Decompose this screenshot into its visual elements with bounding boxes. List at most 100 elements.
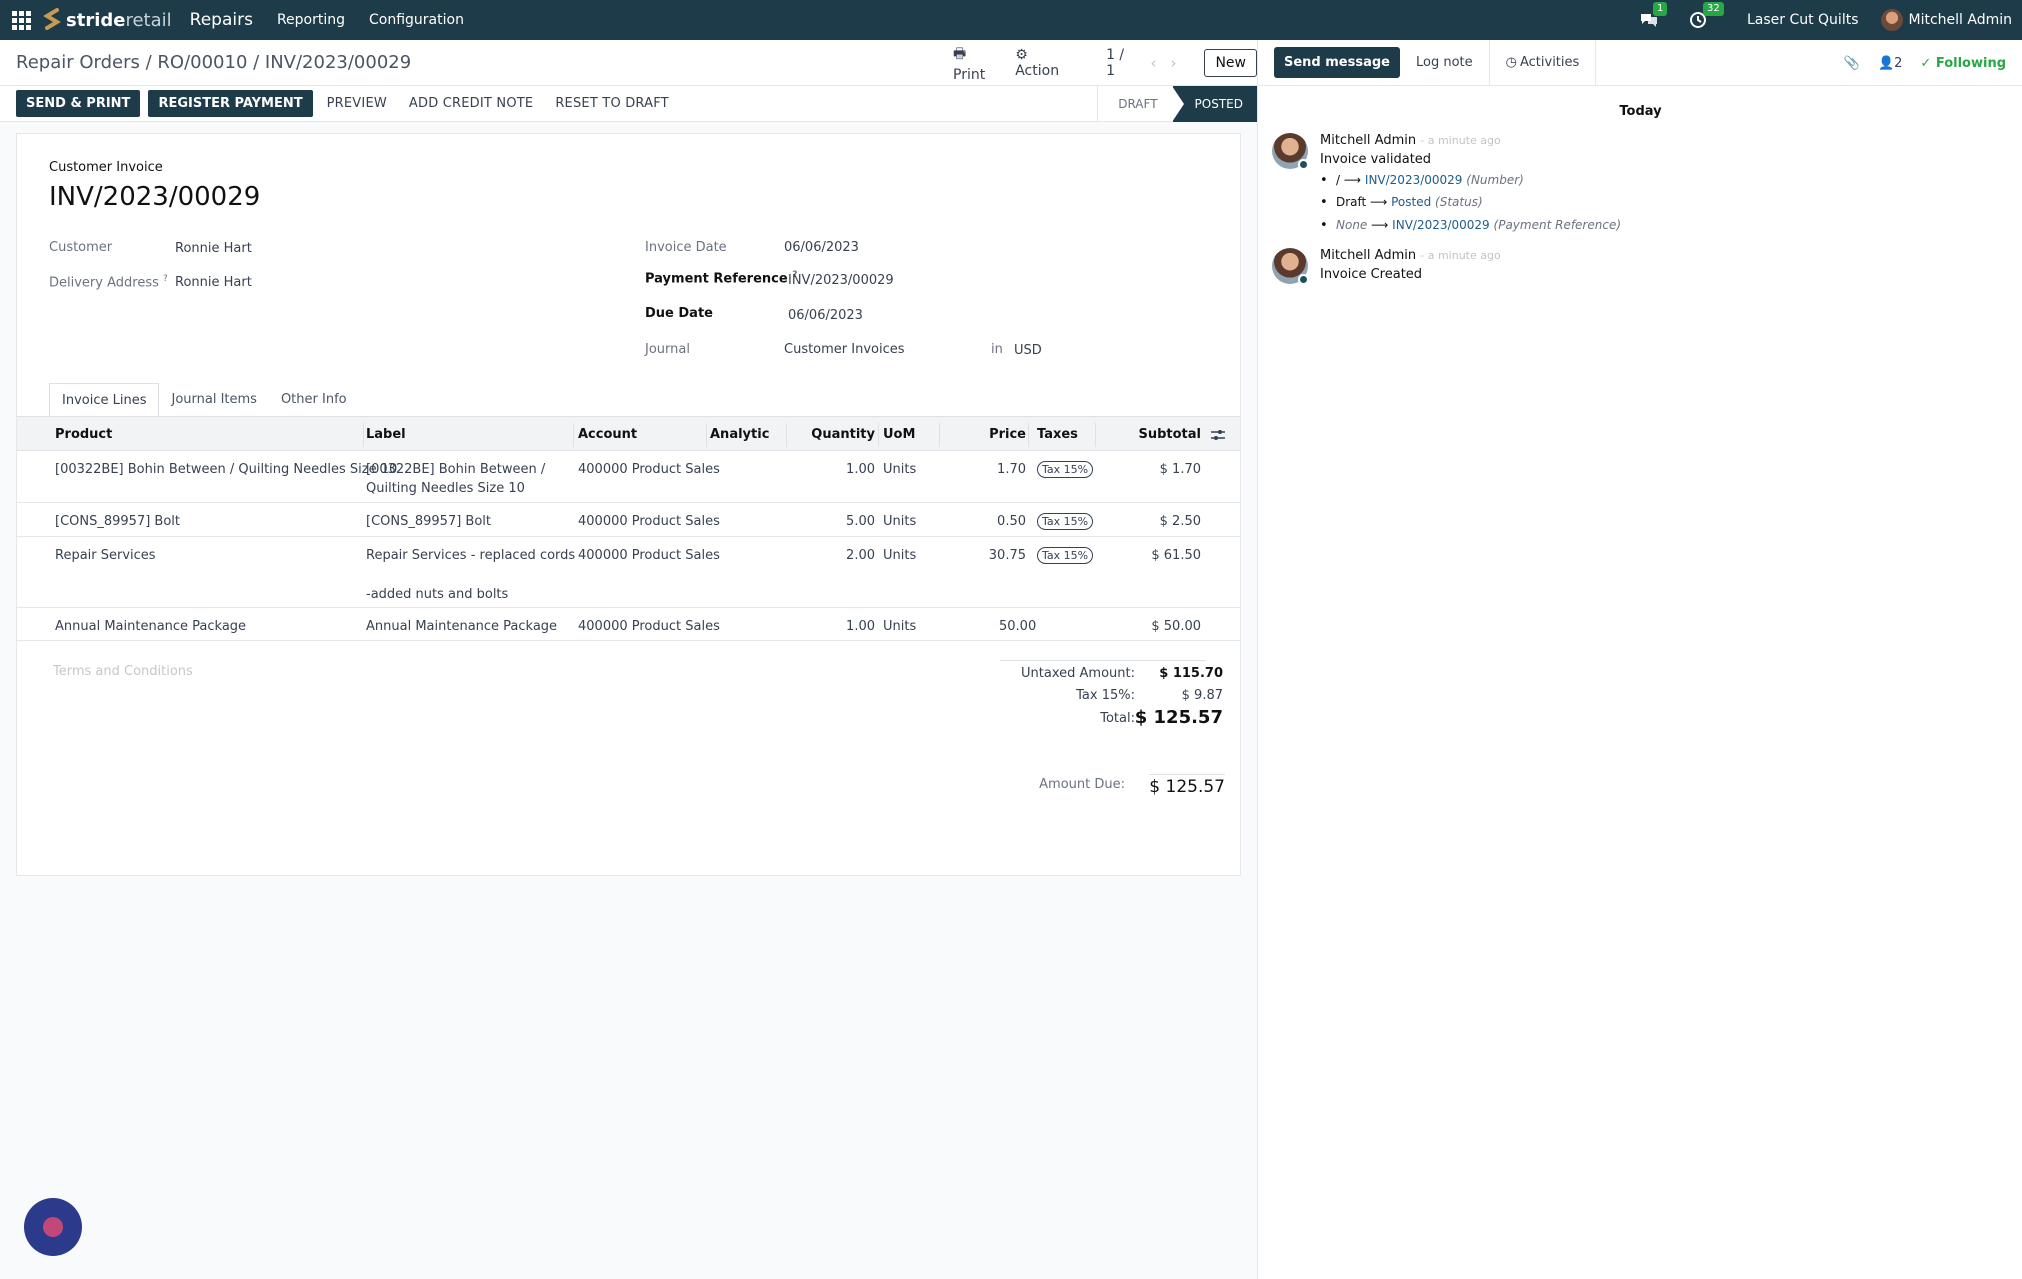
customer-field[interactable]: Ronnie Hart [175, 241, 252, 256]
table-header: Product Label Account Analytic Quantity … [17, 416, 1240, 451]
col-taxes[interactable]: Taxes [1037, 427, 1078, 442]
journal-field[interactable]: Customer Invoices [784, 342, 905, 357]
cell-product: Repair Services [55, 548, 156, 563]
cell-label: [CONS_89957] Bolt [366, 514, 491, 529]
amount-due-value: $ 125.57 [1149, 777, 1225, 797]
amount-due-label: Amount Due: [1039, 777, 1125, 792]
cell-price: 0.50 [997, 514, 1026, 529]
cell-quantity: 5.00 [846, 514, 875, 529]
form-statusbar: SEND & PRINT REGISTER PAYMENT PREVIEW AD… [0, 86, 1257, 122]
company-switcher[interactable]: Laser Cut Quilts [1747, 12, 1859, 28]
payment-reference-label: Payment Reference ? [645, 270, 798, 287]
check-icon: ✓ [1920, 55, 1932, 71]
pager-next-icon[interactable]: › [1170, 54, 1176, 72]
user-icon: 👤 [1877, 55, 1895, 71]
preview-button[interactable]: PREVIEW [327, 96, 387, 111]
cell-label-line2: -added nuts and bolts [366, 587, 509, 602]
pager-previous-icon[interactable]: ‹ [1150, 54, 1156, 72]
cell-label: Repair Services - replaced cords [366, 548, 576, 563]
col-analytic[interactable]: Analytic [710, 427, 769, 442]
cell-price: 50.00 [999, 619, 1037, 634]
message-author[interactable]: Mitchell Admin [1320, 133, 1416, 148]
nav-reporting[interactable]: Reporting [277, 12, 345, 28]
cell-product: [CONS_89957] Bolt [55, 514, 180, 529]
tax-badge: Tax 15% [1037, 547, 1094, 564]
table-row[interactable]: Annual Maintenance Package Annual Mainte… [17, 608, 1240, 641]
chatter-topbar: Send message Log note ◷ Activities 📎 👤2 ✓… [1258, 39, 2022, 86]
send-message-button[interactable]: Send message [1274, 47, 1400, 78]
add-credit-note-button[interactable]: ADD CREDIT NOTE [409, 96, 533, 111]
payment-reference-field[interactable]: INV/2023/00029 [788, 273, 894, 288]
tax-value: $ 9.87 [1181, 688, 1223, 703]
stage-draft[interactable]: DRAFT [1097, 86, 1171, 122]
log-note-button[interactable]: Log note [1400, 39, 1490, 86]
paperclip-icon[interactable]: 📎 [1844, 56, 1860, 71]
reset-to-draft-button[interactable]: RESET TO DRAFT [555, 96, 669, 111]
delivery-address-field[interactable]: Ronnie Hart [175, 275, 252, 290]
register-payment-button[interactable]: REGISTER PAYMENT [148, 90, 313, 117]
table-row[interactable]: [CONS_89957] Bolt [CONS_89957] Bolt 4000… [17, 503, 1240, 537]
total-value: $ 125.57 [1134, 707, 1223, 728]
col-quantity[interactable]: Quantity [789, 427, 875, 442]
tax-badge: Tax 15% [1037, 513, 1094, 530]
status-stages: DRAFT POSTED [1097, 86, 1257, 122]
messages-count-badge: 1 [1652, 2, 1668, 16]
tab-journal-items[interactable]: Journal Items [159, 383, 268, 418]
invoice-sheet: Customer Invoice INV/2023/00029 Customer… [16, 133, 1241, 876]
due-date-label: Due Date [645, 306, 713, 321]
stage-posted[interactable]: POSTED [1171, 86, 1257, 122]
nav-app-repairs[interactable]: Repairs [190, 10, 253, 30]
print-button[interactable]: 🖶 Print [953, 43, 1001, 83]
brand-logo[interactable]: stride retail [42, 7, 172, 33]
top-navbar: stride retail Repairs Reporting Configura… [0, 0, 2022, 40]
cell-account: 400000 Product Sales [578, 548, 720, 563]
app-menu-icon[interactable] [10, 9, 32, 31]
assistant-icon [43, 1217, 63, 1237]
brand-name-bold: stride [66, 9, 126, 31]
col-uom[interactable]: UoM [883, 427, 915, 442]
terms-conditions-field[interactable]: Terms and Conditions [53, 664, 193, 679]
pager-value[interactable]: 1 / 1 [1106, 47, 1136, 79]
gear-icon: ⚙ [1015, 47, 1028, 63]
activities-button[interactable]: ◷ Activities [1490, 39, 1597, 86]
help-icon[interactable]: ? [163, 274, 168, 284]
untaxed-amount-value: $ 115.70 [1159, 666, 1223, 681]
tab-other-info[interactable]: Other Info [269, 383, 359, 418]
nav-configuration[interactable]: Configuration [369, 12, 464, 28]
arrow-icon: ⟶ [1370, 195, 1388, 209]
cell-uom: Units [883, 514, 917, 529]
assistant-launcher-button[interactable] [24, 1198, 82, 1256]
tab-invoice-lines[interactable]: Invoice Lines [49, 383, 160, 418]
invoice-date-field[interactable]: 06/06/2023 [784, 240, 859, 255]
col-product[interactable]: Product [55, 427, 112, 442]
table-row[interactable]: Repair Services Repair Services - replac… [17, 537, 1240, 608]
cell-quantity: 2.00 [846, 548, 875, 563]
col-subtotal[interactable]: Subtotal [1097, 427, 1201, 442]
message-author[interactable]: Mitchell Admin [1320, 248, 1416, 263]
cell-subtotal: $ 1.70 [1159, 462, 1201, 477]
arrow-icon: ⟶ [1343, 173, 1362, 187]
due-date-field[interactable]: 06/06/2023 [788, 308, 863, 323]
stride-logo-icon [43, 8, 61, 30]
breadcrumb[interactable]: Repair Orders / RO/00010 / INV/2023/0002… [16, 52, 411, 73]
action-button[interactable]: ⚙ Action [1015, 47, 1074, 79]
optional-columns-icon[interactable] [1210, 428, 1226, 442]
followers-button[interactable]: 👤2 [1878, 56, 1902, 71]
control-panel: Repair Orders / RO/00010 / INV/2023/0002… [0, 40, 1257, 86]
table-row[interactable]: [00322BE] Bohin Between / Quilting Needl… [17, 451, 1240, 503]
activity-menu[interactable]: 32 [1689, 2, 1724, 29]
following-button[interactable]: ✓ Following [1920, 56, 2006, 71]
col-price[interactable]: Price [942, 427, 1026, 442]
currency-field[interactable]: USD [1014, 343, 1042, 358]
tracking-change: Draft ⟶ Posted (Status) [1320, 195, 1483, 210]
tracking-change: None ⟶ INV/2023/00029 (Payment Reference… [1320, 218, 1621, 233]
new-button[interactable]: New [1204, 49, 1257, 77]
cell-subtotal: $ 61.50 [1151, 548, 1201, 563]
send-print-button[interactable]: SEND & PRINT [16, 90, 141, 117]
col-label[interactable]: Label [366, 427, 406, 442]
messaging-menu[interactable]: 1 [1639, 2, 1668, 29]
col-account[interactable]: Account [578, 427, 637, 442]
user-menu[interactable]: Mitchell Admin [1880, 9, 2012, 31]
total-label: Total: [1100, 711, 1135, 726]
customer-label: Customer [49, 240, 113, 255]
